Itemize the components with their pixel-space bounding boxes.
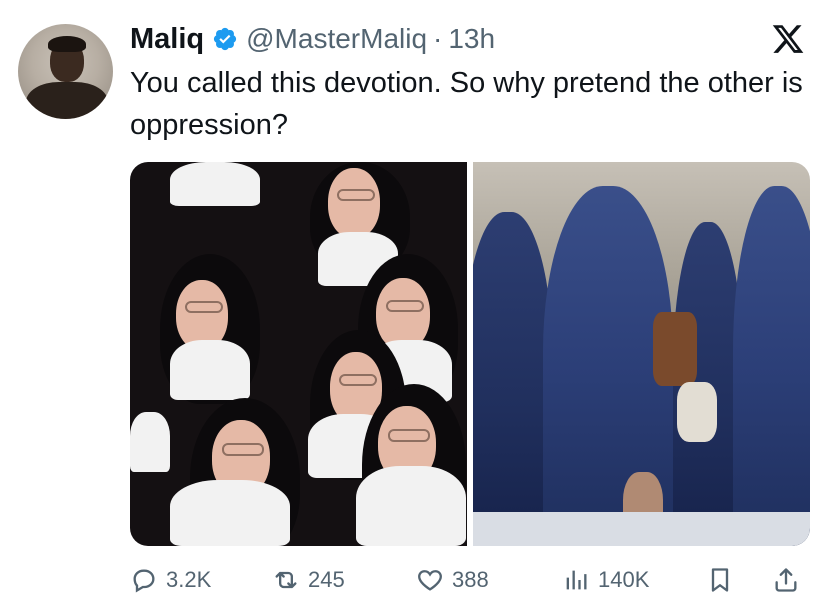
views-button[interactable]: 140K [562, 566, 649, 594]
separator-dot: · [433, 23, 443, 54]
avatar-hair [48, 36, 86, 52]
user-handle[interactable]: @MasterMaliq [246, 23, 427, 55]
burqas-photo[interactable] [473, 162, 810, 546]
repost-button[interactable]: 245 [272, 566, 345, 594]
share-button[interactable] [772, 566, 800, 594]
collar [170, 162, 260, 206]
nuns-photo[interactable] [130, 162, 467, 546]
burqa-figure [733, 186, 810, 546]
collar [356, 466, 466, 546]
like-icon [418, 570, 442, 591]
bookmark-button[interactable] [706, 566, 734, 594]
avatar-body [26, 82, 108, 119]
action-bar: 3.2K 245 388 140K [130, 562, 810, 598]
collar [130, 412, 170, 472]
share-icon [775, 568, 797, 592]
like-button[interactable]: 388 [416, 566, 489, 594]
tweet-text: You called this devotion. So why pretend… [130, 67, 803, 141]
tweet-header: Maliq @MasterMaliq · 13h [130, 20, 495, 58]
verified-badge-icon[interactable] [212, 26, 238, 52]
collar [170, 480, 290, 546]
cloth-bundle [677, 382, 717, 442]
ground [473, 512, 810, 546]
reply-button[interactable]: 3.2K [130, 566, 211, 594]
bookmark-icon [711, 568, 729, 592]
repost-count: 245 [308, 567, 345, 592]
handbag [653, 312, 697, 386]
reply-icon [133, 569, 155, 593]
tweet-media[interactable] [130, 162, 810, 546]
collar [170, 340, 250, 400]
reply-count: 3.2K [166, 567, 212, 592]
burqa-figure [473, 212, 553, 542]
like-count: 388 [452, 567, 489, 592]
timestamp[interactable]: 13h [448, 23, 495, 55]
repost-icon [275, 571, 297, 589]
x-logo-icon [772, 25, 804, 53]
views-icon [566, 570, 587, 590]
view-count: 140K [598, 567, 650, 592]
display-name[interactable]: Maliq [130, 23, 204, 56]
avatar[interactable] [18, 24, 113, 119]
nun-face [328, 168, 380, 238]
